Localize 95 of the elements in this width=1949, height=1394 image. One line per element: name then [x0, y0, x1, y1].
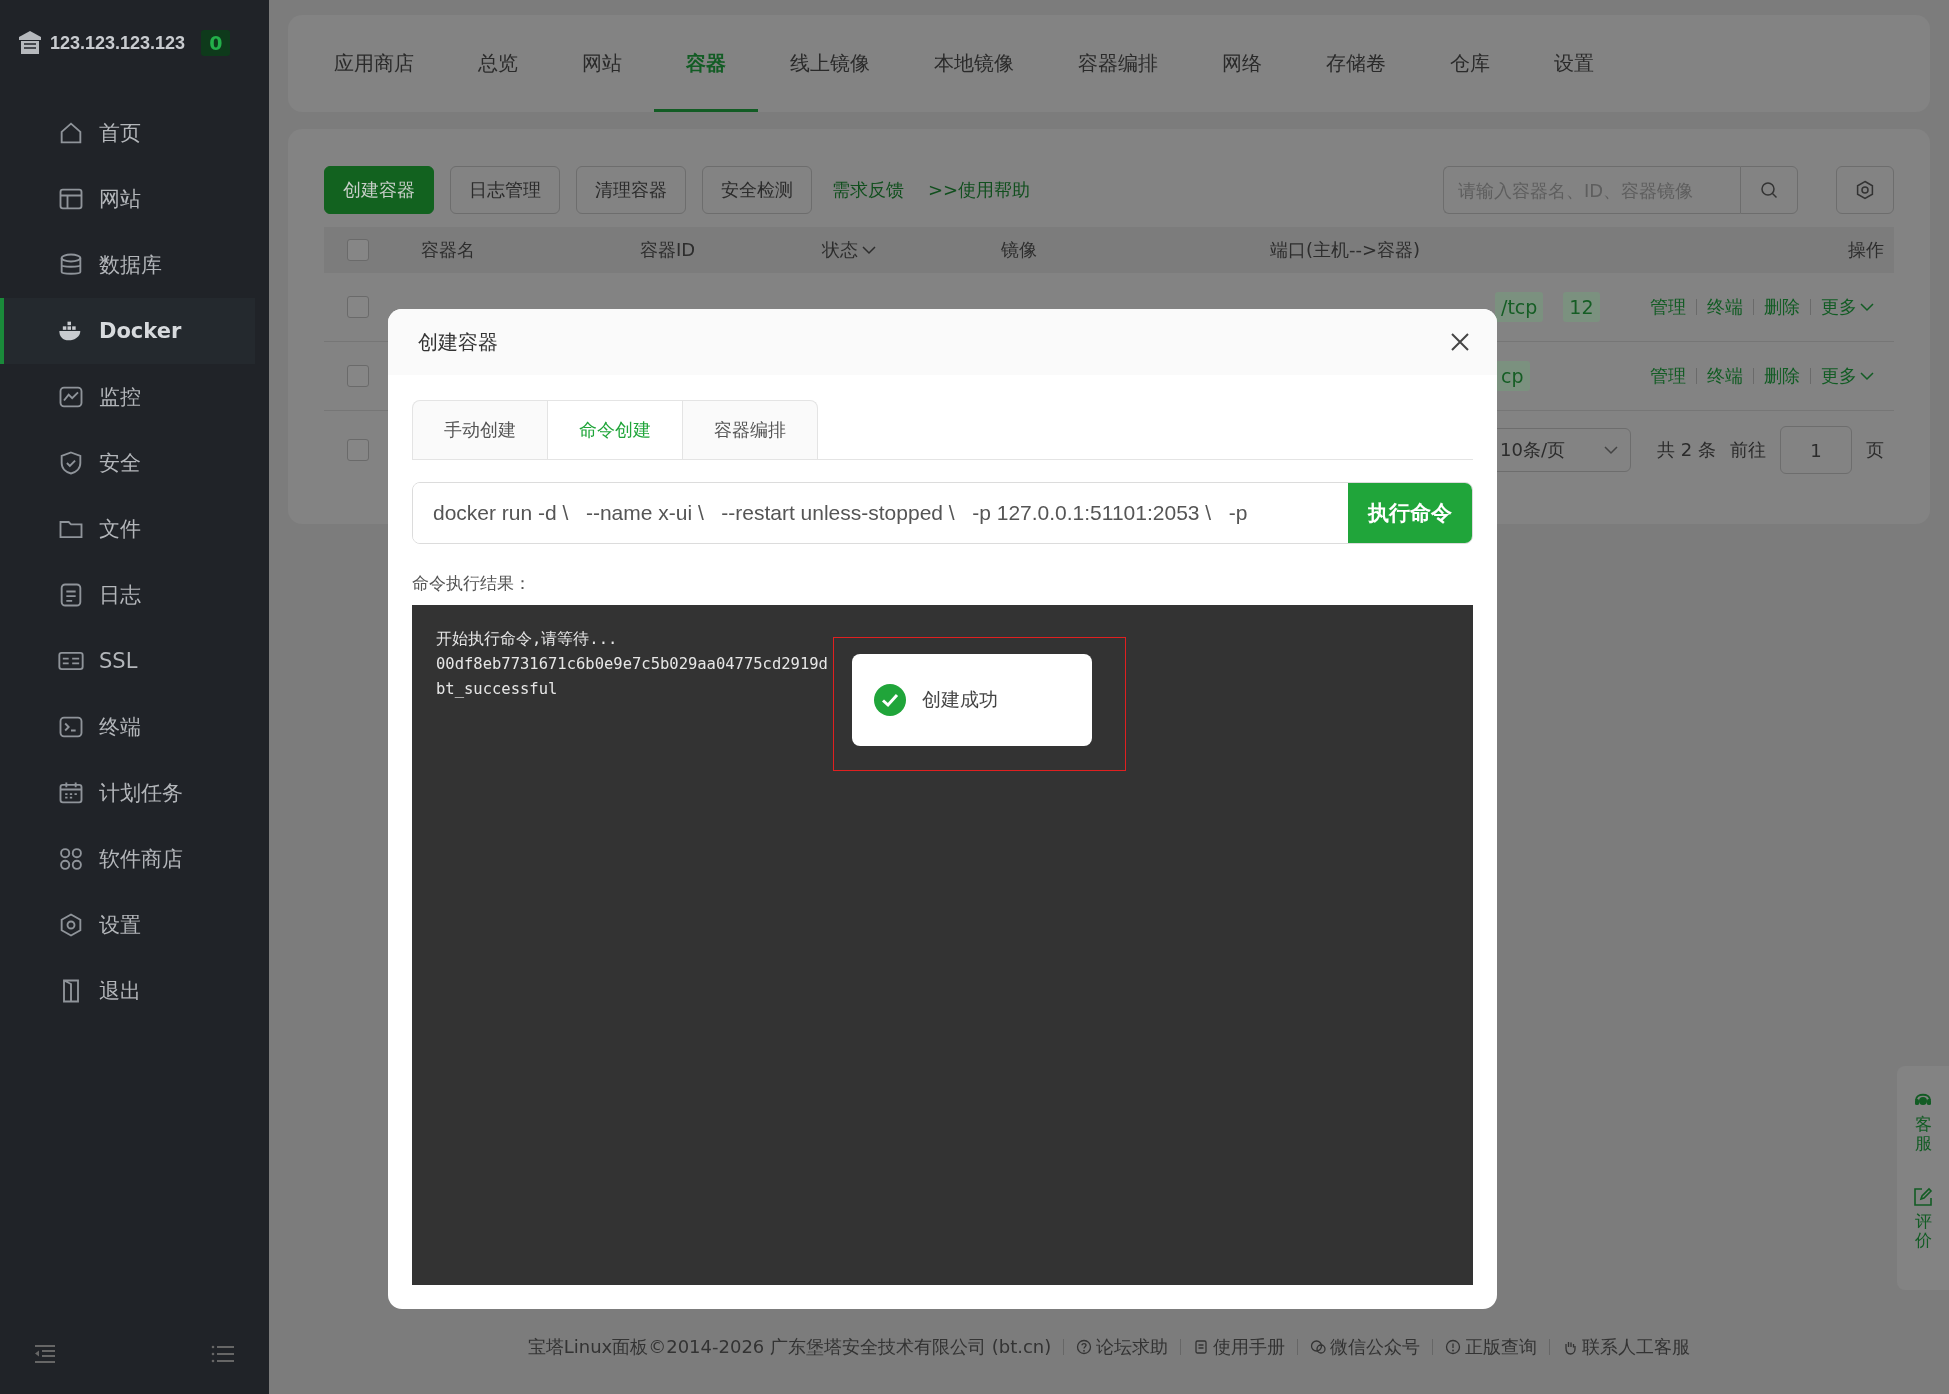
action-link[interactable]: 管理	[1640, 295, 1696, 319]
footer-link[interactable]: 论坛求助	[1076, 1335, 1169, 1359]
port-tag: 12	[1563, 292, 1600, 322]
caret-icon	[1860, 302, 1874, 312]
question-icon	[1076, 1339, 1093, 1355]
tab[interactable]: 容器编排	[682, 400, 818, 459]
action-link[interactable]: 管理	[1640, 364, 1696, 388]
port-tag: cp	[1495, 361, 1530, 391]
tab[interactable]: 应用商店	[302, 15, 446, 112]
caret-icon	[1860, 371, 1874, 381]
result-label: 命令执行结果：	[412, 572, 532, 595]
search-icon	[1760, 181, 1778, 199]
tab[interactable]: 本地镜像	[902, 15, 1046, 112]
info-icon	[1445, 1339, 1462, 1355]
action-link[interactable]: 终端	[1697, 364, 1753, 388]
grid-icon	[57, 845, 85, 873]
output-line: bt_successful	[436, 679, 558, 700]
collapse-icon[interactable]	[34, 1344, 56, 1364]
server-address: 123.123.123.123	[50, 32, 186, 54]
run-button[interactable]: 执行命令	[1348, 483, 1472, 543]
sidebar-item[interactable]: SSL	[0, 628, 255, 694]
column-header: 容器ID	[640, 238, 696, 262]
column-header[interactable]: 状态	[822, 238, 858, 262]
total-count: 共 2 条	[1657, 438, 1716, 462]
sidebar-item[interactable]: 数据库	[0, 232, 255, 298]
sidebar-item[interactable]: 文件	[0, 496, 255, 562]
settings-button[interactable]	[1836, 166, 1894, 214]
column-header: 端口(主机-->容器)	[1270, 238, 1421, 262]
sidebar-item[interactable]: 网站	[0, 166, 255, 232]
sidebar-item[interactable]: 安全	[0, 430, 255, 496]
copyright-text: 宝塔Linux面板©2014-2026 广东堡塔安全技术有限公司 (bt.cn)	[527, 1335, 1052, 1359]
check-circle-icon	[874, 684, 906, 716]
edit-icon	[1913, 1187, 1933, 1208]
float-button[interactable]: 客服	[1913, 1090, 1933, 1154]
output-line: 开始执行命令,请等待...	[436, 629, 618, 650]
action-link[interactable]: 删除	[1754, 364, 1810, 388]
column-header: 镜像	[1001, 238, 1037, 262]
toolbar-button[interactable]: 创建容器	[324, 166, 434, 214]
checkbox[interactable]	[347, 296, 369, 318]
port-tag: /tcp	[1495, 292, 1544, 322]
hand-icon	[1562, 1339, 1579, 1355]
tab[interactable]: 总览	[446, 15, 550, 112]
sidebar-item[interactable]: Docker	[0, 298, 255, 364]
page-input[interactable]: 1	[1780, 426, 1852, 474]
list-icon[interactable]	[211, 1344, 235, 1364]
caret-icon	[1604, 445, 1619, 455]
sidebar-item[interactable]: 设置	[0, 892, 255, 958]
server-logo-icon	[18, 30, 42, 56]
tab[interactable]: 仓库	[1418, 15, 1522, 112]
output-line: 00df8eb7731671c6b0e9e7c5b029aa04775cd2919d	[436, 654, 828, 675]
tab[interactable]: 线上镜像	[758, 15, 902, 112]
checkbox[interactable]	[347, 239, 369, 261]
tab[interactable]: 容器编排	[1046, 15, 1190, 112]
page-label: 页	[1866, 438, 1884, 462]
column-header: 容器名	[421, 238, 475, 262]
action-link[interactable]: 更多	[1811, 295, 1884, 319]
search-button[interactable]	[1740, 166, 1798, 214]
toolbar-button[interactable]: 日志管理	[450, 166, 560, 214]
sidebar-item[interactable]: 日志	[0, 562, 255, 628]
count-badge: 0	[201, 30, 231, 56]
tab[interactable]: 网络	[1190, 15, 1294, 112]
sidebar-item[interactable]: 计划任务	[0, 760, 255, 826]
tab[interactable]: 设置	[1522, 15, 1626, 112]
action-link[interactable]: 终端	[1697, 295, 1753, 319]
footer-link[interactable]: 联系人工客服	[1562, 1335, 1691, 1359]
link[interactable]: 需求反馈	[828, 178, 908, 202]
tab[interactable]: 网站	[550, 15, 654, 112]
book-icon	[1193, 1339, 1210, 1355]
command-field[interactable]: docker run -d \ --name x-ui \ --restart unless-stopped \ -p 127.0.0.1:51101:2053 \ -p 执行命令	[412, 482, 1473, 544]
footer-link[interactable]: 使用手册	[1193, 1335, 1286, 1359]
action-link[interactable]: 删除	[1754, 295, 1810, 319]
settings-icon	[1855, 180, 1875, 200]
footer-link[interactable]: 正版查询	[1445, 1335, 1538, 1359]
sidebar-item[interactable]: 退出	[0, 958, 255, 1024]
chat-icon	[1310, 1339, 1327, 1355]
tab[interactable]: 存储卷	[1294, 15, 1418, 112]
toast-message: 创建成功	[922, 687, 998, 712]
sidebar-item[interactable]: 软件商店	[0, 826, 255, 892]
action-link[interactable]: 更多	[1811, 364, 1884, 388]
float-button[interactable]: 评价	[1913, 1187, 1933, 1251]
checkbox[interactable]	[347, 439, 369, 461]
caret-icon	[862, 245, 876, 255]
dialog-title: 创建容器	[418, 328, 498, 356]
tab[interactable]: 手动创建	[412, 400, 548, 459]
checkbox[interactable]	[347, 365, 369, 387]
link[interactable]: >>使用帮助	[924, 178, 1035, 202]
toolbar-button[interactable]: 安全检测	[702, 166, 812, 214]
sidebar-item[interactable]: 首页	[0, 100, 255, 166]
sidebar-item[interactable]: 终端	[0, 694, 255, 760]
toolbar-button[interactable]: 清理容器	[576, 166, 686, 214]
tab[interactable]: 容器	[654, 15, 758, 112]
column-header: 操作	[1848, 238, 1884, 262]
sidebar-item[interactable]: 监控	[0, 364, 255, 430]
footer-link[interactable]: 微信公众号	[1310, 1335, 1421, 1359]
goto-label: 前往	[1730, 438, 1766, 462]
